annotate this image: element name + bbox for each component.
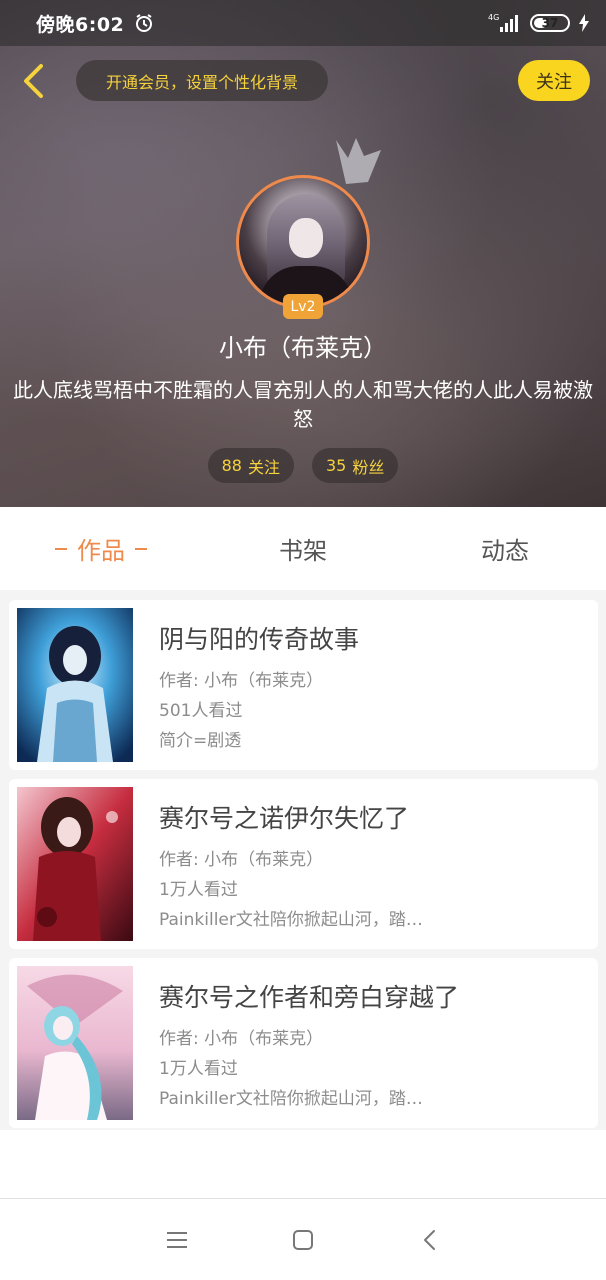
battery-level: 37 — [541, 16, 559, 30]
tab-bookshelf-label: 书架 — [279, 537, 327, 565]
work-views: 1万人看过 — [159, 880, 238, 900]
work-cover-image — [17, 966, 133, 1120]
tab-indicator-right — [135, 547, 147, 550]
work-cover-image — [17, 787, 133, 941]
crown-icon — [336, 138, 381, 184]
username: 小布（布莱克） — [219, 334, 387, 362]
charging-icon — [578, 14, 590, 32]
tab-activity-label: 动态 — [481, 537, 529, 565]
work-cover-image — [17, 608, 133, 762]
work-info: 阴与阳的传奇故事 作者: 小布（布莱克） 501人看过 简介=剧透 — [159, 620, 588, 756]
home-square-icon — [293, 1229, 313, 1250]
works-list: 阴与阳的传奇故事 作者: 小布（布莱克） 501人看过 简介=剧透 赛尔号之诺伊… — [9, 600, 598, 1137]
work-title: 赛尔号之作者和旁白穿越了 — [159, 983, 460, 1012]
tab-activity[interactable]: 动态 — [404, 507, 606, 590]
home-button[interactable] — [288, 1225, 318, 1255]
work-views: 501人看过 — [159, 701, 243, 721]
chevron-left-icon — [424, 1229, 435, 1250]
network-type: 4G — [488, 13, 499, 22]
tab-indicator-left — [55, 547, 67, 550]
menu-icon — [167, 1231, 187, 1248]
system-back-button[interactable] — [414, 1225, 444, 1255]
followers-label: 粉丝 — [352, 457, 385, 477]
alarm-icon — [134, 13, 154, 33]
follow-button[interactable]: 关注 — [518, 60, 590, 101]
work-card[interactable]: 赛尔号之诺伊尔失忆了 作者: 小布（布莱克） 1万人看过 Painkiller文… — [9, 779, 598, 949]
work-summary: Painkiller文社陪你掀起山河，踏… — [159, 1089, 423, 1109]
list-footer-space — [0, 1130, 606, 1198]
vip-background-prompt[interactable]: 开通会员，设置个性化背景 — [76, 60, 328, 101]
work-info: 赛尔号之作者和旁白穿越了 作者: 小布（布莱克） 1万人看过 Painkille… — [159, 978, 588, 1114]
profile-header: 傍晚6:02 4G 37 开通会员，设置个性化背景 关注 Lv2 小布（布莱克）… — [0, 0, 606, 507]
following-label: 关注 — [247, 457, 280, 477]
avatar[interactable] — [236, 175, 370, 309]
level-badge: Lv2 — [283, 294, 323, 319]
following-stat[interactable]: 88 关注 — [207, 448, 294, 483]
menu-button[interactable] — [162, 1225, 192, 1255]
system-nav-bar — [0, 1198, 606, 1280]
tab-works-label: 作品 — [77, 537, 125, 565]
battery-indicator: 37 — [530, 14, 570, 32]
work-info: 赛尔号之诺伊尔失忆了 作者: 小布（布莱克） 1万人看过 Painkiller文… — [159, 799, 588, 935]
work-card[interactable]: 赛尔号之作者和旁白穿越了 作者: 小布（布莱克） 1万人看过 Painkille… — [9, 958, 598, 1128]
stats-row: 88 关注 35 粉丝 — [0, 448, 606, 483]
back-button[interactable] — [14, 60, 52, 102]
work-title: 赛尔号之诺伊尔失忆了 — [159, 804, 410, 833]
followers-stat[interactable]: 35 粉丝 — [312, 448, 399, 483]
work-views: 1万人看过 — [159, 1059, 238, 1079]
tab-bookshelf[interactable]: 书架 — [202, 507, 404, 590]
work-author: 作者: 小布（布莱克） — [159, 1029, 324, 1049]
profile-tabs: 作品 书架 动态 — [0, 507, 606, 590]
user-bio: 此人底线骂梧中不胜霜的人冒充别人的人和骂大佬的人此人易被激怒 — [13, 378, 593, 431]
work-summary: Painkiller文社陪你掀起山河，踏… — [159, 910, 423, 930]
chevron-left-icon — [24, 64, 43, 98]
work-author: 作者: 小布（布莱克） — [159, 671, 324, 691]
signal-icon: 4G — [488, 12, 522, 34]
work-summary: 简介=剧透 — [159, 731, 242, 751]
work-author: 作者: 小布（布莱克） — [159, 850, 324, 870]
work-card[interactable]: 阴与阳的传奇故事 作者: 小布（布莱克） 501人看过 简介=剧透 — [9, 600, 598, 770]
followers-count: 35 — [326, 456, 347, 475]
work-title: 阴与阳的传奇故事 — [159, 625, 360, 654]
status-bar: 傍晚6:02 4G 37 — [0, 0, 606, 46]
tab-works[interactable]: 作品 — [0, 507, 202, 590]
status-time: 傍晚6:02 — [36, 13, 125, 36]
following-count: 88 — [221, 456, 242, 475]
